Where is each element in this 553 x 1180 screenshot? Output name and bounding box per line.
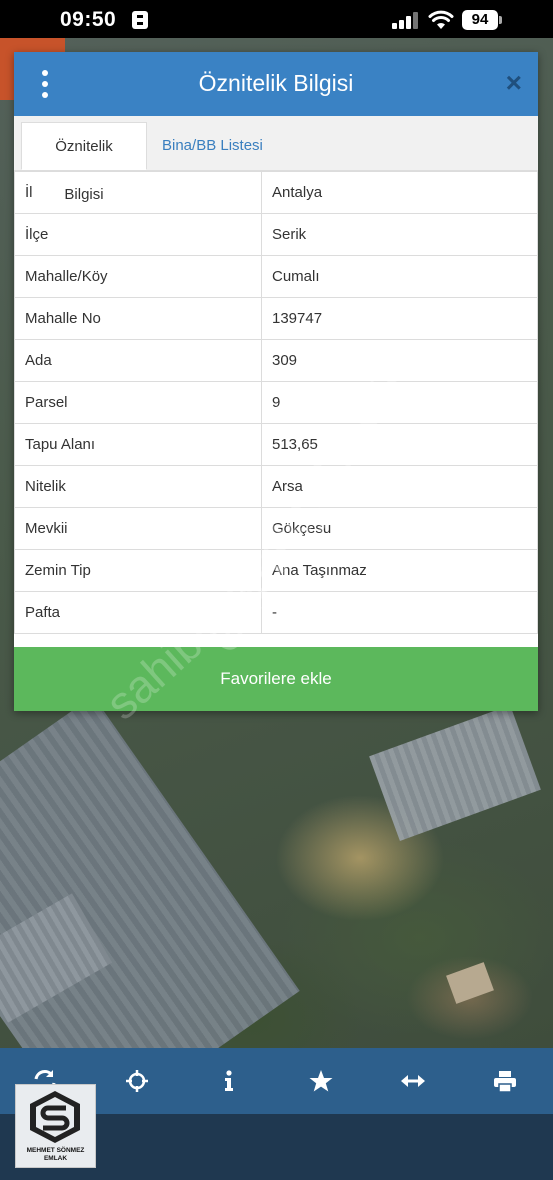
attribute-value: Cumalı xyxy=(261,255,538,298)
attribute-value: 139747 xyxy=(261,297,538,340)
attribute-key: Tapu Alanı xyxy=(14,423,262,466)
building-roof xyxy=(446,962,494,1004)
table-row: Ada 309 xyxy=(14,339,538,382)
print-icon[interactable] xyxy=(492,1068,518,1094)
tab-attribute-info[interactable]: Öznitelik Bilgisi xyxy=(21,122,147,203)
company-logo: MEHMET SÖNMEZ EMLAK xyxy=(15,1084,96,1168)
attribute-key: Mahalle/Köy xyxy=(14,255,262,298)
attribute-key: Zemin Tip xyxy=(14,549,262,592)
attribute-key: Ada xyxy=(14,339,262,382)
table-row: Tapu Alanı 513,65 xyxy=(14,423,538,466)
table-row: Mahalle/Köy Cumalı xyxy=(14,255,538,298)
status-time: 09:50 xyxy=(60,8,117,31)
attribute-key: Parsel xyxy=(14,381,262,424)
logo-subtitle: EMLAK xyxy=(43,1155,68,1162)
close-icon[interactable]: × xyxy=(506,69,522,97)
greenhouse-roof xyxy=(369,705,541,841)
table-row: Parsel 9 xyxy=(14,381,538,424)
attribute-value: 513,65 xyxy=(261,423,538,466)
status-bar: 09:50 94 xyxy=(0,0,553,38)
dialog-title: Öznitelik Bilgisi xyxy=(198,70,354,96)
info-icon[interactable] xyxy=(216,1068,242,1094)
wifi-icon xyxy=(428,9,454,31)
locate-icon[interactable] xyxy=(124,1068,150,1094)
tab-building-list[interactable]: Bina/BB Listesi xyxy=(150,122,275,170)
logo-emblem-icon xyxy=(30,1091,80,1143)
add-to-favorites-button[interactable]: Favorilere ekle xyxy=(14,647,538,711)
attribute-value: 9 xyxy=(261,381,538,424)
star-icon[interactable] xyxy=(308,1068,334,1094)
attribute-value: Gökçesu xyxy=(261,507,538,550)
id-card-icon xyxy=(132,11,148,29)
table-row: Zemin Tip Ana Taşınmaz xyxy=(14,549,538,592)
battery-indicator: 94 xyxy=(462,10,502,30)
table-row: İlçe Serik xyxy=(14,213,538,256)
attribute-key: Pafta xyxy=(14,591,262,634)
measure-icon[interactable] xyxy=(400,1068,426,1094)
attribute-value: 309 xyxy=(261,339,538,382)
table-row: Nitelik Arsa xyxy=(14,465,538,508)
logo-name: MEHMET SÖNMEZ xyxy=(26,1147,85,1154)
tab-bar: Öznitelik Bilgisi Bina/BB Listesi xyxy=(14,116,538,203)
attribute-key: İlçe xyxy=(14,213,262,256)
cellular-signal-icon xyxy=(392,12,420,29)
attribute-value: - xyxy=(261,591,538,634)
attribute-value: Serik xyxy=(261,213,538,256)
attribute-value: Ana Taşınmaz xyxy=(261,549,538,592)
attribute-key: Mevkii xyxy=(14,507,262,550)
attribute-value: Arsa xyxy=(261,465,538,508)
attribute-dialog: Öznitelik Bilgisi × Öznitelik Bilgisi Bi… xyxy=(14,52,538,711)
attribute-key: Mahalle No xyxy=(14,297,262,340)
table-row: Pafta - xyxy=(14,591,538,634)
table-row: Mevkii Gökçesu xyxy=(14,507,538,550)
attribute-key: Nitelik xyxy=(14,465,262,508)
dialog-header: Öznitelik Bilgisi × xyxy=(14,52,538,116)
logo-text: MEHMET SÖNMEZ EMLAK xyxy=(16,1147,95,1163)
attribute-value: Antalya xyxy=(261,171,538,214)
attribute-table: İl Antalya İlçe Serik Mahalle/Köy Cumalı Mahal… xyxy=(14,171,538,634)
table-row: Mahalle No 139747 xyxy=(14,297,538,340)
attribute-key: İl xyxy=(14,171,262,214)
